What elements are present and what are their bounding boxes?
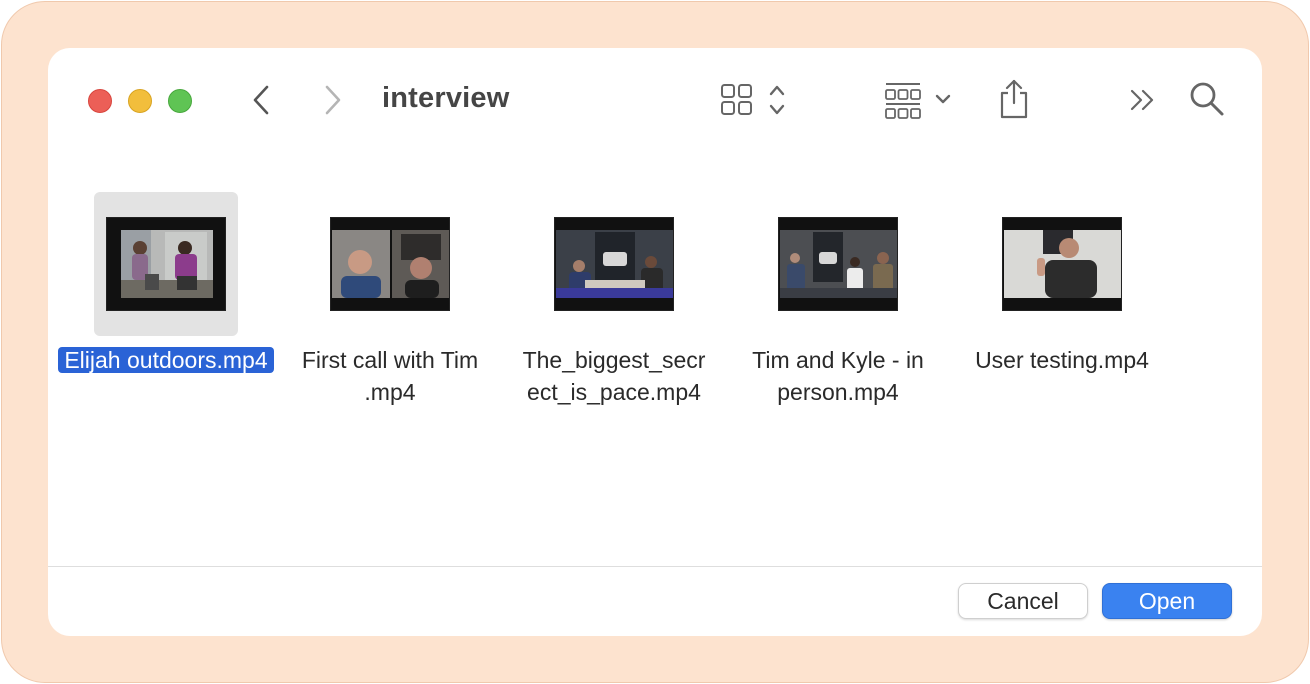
- file-thumbnail-container: [766, 192, 910, 336]
- group-by-icon[interactable]: [882, 80, 958, 120]
- video-thumbnail: [106, 217, 226, 311]
- file-thumbnail-container: [990, 192, 1134, 336]
- file-thumbnail-container: [318, 192, 462, 336]
- file-name: User testing.mp4: [975, 347, 1149, 373]
- minimize-window-button[interactable]: [128, 89, 152, 113]
- close-window-button[interactable]: [88, 89, 112, 113]
- file-thumbnail-selection: [94, 192, 238, 336]
- share-icon[interactable]: [996, 78, 1032, 120]
- cancel-button[interactable]: Cancel: [958, 583, 1088, 619]
- file-item[interactable]: First call with Tim .mp4: [278, 192, 502, 408]
- video-thumbnail: [554, 217, 674, 311]
- video-thumbnail: [778, 217, 898, 311]
- zoom-window-button[interactable]: [168, 89, 192, 113]
- folder-title: interview: [382, 82, 510, 114]
- file-item[interactable]: Elijah outdoors.mp4: [54, 192, 278, 376]
- open-button[interactable]: Open: [1102, 583, 1232, 619]
- open-file-dialog: interview Elijah outdoors.mp4 First call…: [48, 48, 1262, 636]
- file-item[interactable]: Tim and Kyle - in person.mp4: [726, 192, 950, 408]
- more-chevrons-icon[interactable]: [1128, 86, 1158, 114]
- file-name: First call with Tim .mp4: [301, 347, 479, 405]
- video-thumbnail: [330, 217, 450, 311]
- video-thumbnail: [1002, 217, 1122, 311]
- chevron-left-icon[interactable]: [248, 84, 274, 116]
- file-thumbnail-container: [542, 192, 686, 336]
- file-item[interactable]: User testing.mp4: [950, 192, 1174, 376]
- icon-grid-icon[interactable]: [718, 82, 794, 118]
- footer-divider: [48, 566, 1262, 567]
- search-icon[interactable]: [1188, 80, 1226, 118]
- file-name: Tim and Kyle - in person.mp4: [752, 347, 924, 405]
- file-item[interactable]: The_biggest_secr ect_is_pace.mp4: [502, 192, 726, 408]
- file-name: The_biggest_secr ect_is_pace.mp4: [522, 347, 706, 405]
- file-name: Elijah outdoors.mp4: [54, 344, 278, 376]
- chevron-right-icon[interactable]: [320, 84, 346, 116]
